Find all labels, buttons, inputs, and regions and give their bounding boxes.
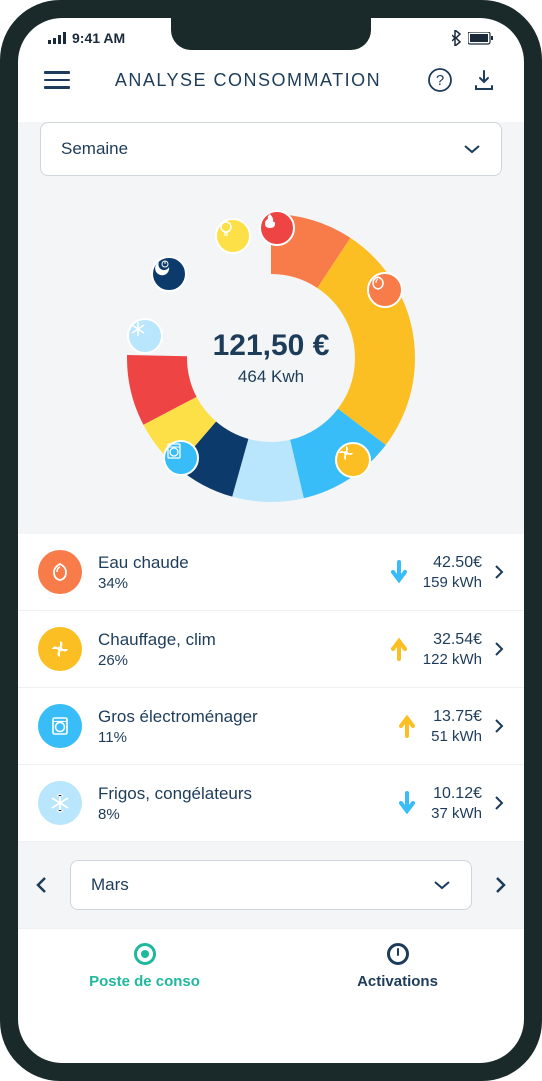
item-kwh: 122 kWh xyxy=(423,651,482,668)
item-kwh: 159 kWh xyxy=(423,574,482,591)
chevron-right-icon xyxy=(495,876,507,894)
trend-up-icon xyxy=(389,635,413,663)
tab-activations[interactable]: Activations xyxy=(271,943,524,990)
item-cost: 10.12€ xyxy=(431,785,482,803)
item-name: Frigos, congélateurs xyxy=(98,784,387,804)
menu-button[interactable] xyxy=(44,71,70,89)
chevron-right-icon xyxy=(494,564,504,580)
bluetooth-icon xyxy=(452,30,462,46)
item-name: Gros électroménager xyxy=(98,707,387,727)
target-icon xyxy=(134,943,156,965)
list-item[interactable]: Eau chaude 34% 42.50€ 159 kWh xyxy=(18,534,524,611)
item-name: Eau chaude xyxy=(98,553,379,573)
month-label: Mars xyxy=(91,875,129,895)
total-kwh: 464 Kwh xyxy=(213,367,330,387)
trend-down-icon xyxy=(397,789,421,817)
page-title: ANALYSE CONSOMMATION xyxy=(115,70,381,91)
item-pct: 11% xyxy=(98,729,387,746)
tab-label: Poste de conso xyxy=(89,973,200,990)
hot-water-icon xyxy=(38,550,82,594)
item-pct: 26% xyxy=(98,652,379,669)
item-pct: 34% xyxy=(98,575,379,592)
tab-poste-de-conso[interactable]: Poste de conso xyxy=(18,943,271,990)
washer-icon xyxy=(38,704,82,748)
trend-up-icon xyxy=(397,712,421,740)
help-icon: ? xyxy=(427,67,453,93)
chevron-right-icon xyxy=(494,641,504,657)
power-icon xyxy=(387,943,409,965)
standby-icon xyxy=(151,256,187,292)
status-time: 9:41 AM xyxy=(72,30,125,46)
prev-month-button[interactable] xyxy=(26,870,56,900)
battery-icon xyxy=(468,32,494,45)
item-kwh: 37 kWh xyxy=(431,805,482,822)
flame-icon xyxy=(259,210,295,246)
item-cost: 32.54€ xyxy=(423,631,482,649)
period-dropdown[interactable]: Semaine xyxy=(40,122,502,176)
item-name: Chauffage, clim xyxy=(98,630,379,650)
washer-icon xyxy=(163,440,199,476)
bulb-icon xyxy=(215,218,251,254)
chevron-down-icon xyxy=(433,880,451,890)
chevron-right-icon xyxy=(494,718,504,734)
signal-icon xyxy=(48,32,66,44)
month-dropdown[interactable]: Mars xyxy=(70,860,472,910)
chevron-left-icon xyxy=(35,876,47,894)
category-list: Eau chaude 34% 42.50€ 159 kWh Chauffage, c… xyxy=(18,534,524,842)
list-item[interactable]: Frigos, congélateurs 8% 10.12€ 37 kWh xyxy=(18,765,524,842)
item-kwh: 51 kWh xyxy=(431,728,482,745)
snowflake-icon xyxy=(38,781,82,825)
hot-water-icon xyxy=(367,272,403,308)
download-icon xyxy=(472,68,496,92)
next-month-button[interactable] xyxy=(486,870,516,900)
trend-down-icon xyxy=(389,558,413,586)
snowflake-icon xyxy=(127,318,163,354)
list-item[interactable]: Gros électroménager 11% 13.75€ 51 kWh xyxy=(18,688,524,765)
fan-icon xyxy=(335,442,371,478)
download-button[interactable] xyxy=(470,66,498,94)
svg-text:?: ? xyxy=(436,72,444,89)
total-cost: 121,50 € xyxy=(213,329,330,363)
chevron-right-icon xyxy=(494,795,504,811)
help-button[interactable]: ? xyxy=(426,66,454,94)
chevron-down-icon xyxy=(463,144,481,154)
item-cost: 13.75€ xyxy=(431,708,482,726)
list-item[interactable]: Chauffage, clim 26% 32.54€ 122 kWh xyxy=(18,611,524,688)
fan-icon xyxy=(38,627,82,671)
tab-label: Activations xyxy=(357,973,438,990)
period-label: Semaine xyxy=(61,139,128,159)
item-pct: 8% xyxy=(98,806,387,823)
item-cost: 42.50€ xyxy=(423,554,482,572)
donut-chart: 121,50 € 464 Kwh xyxy=(40,190,502,534)
